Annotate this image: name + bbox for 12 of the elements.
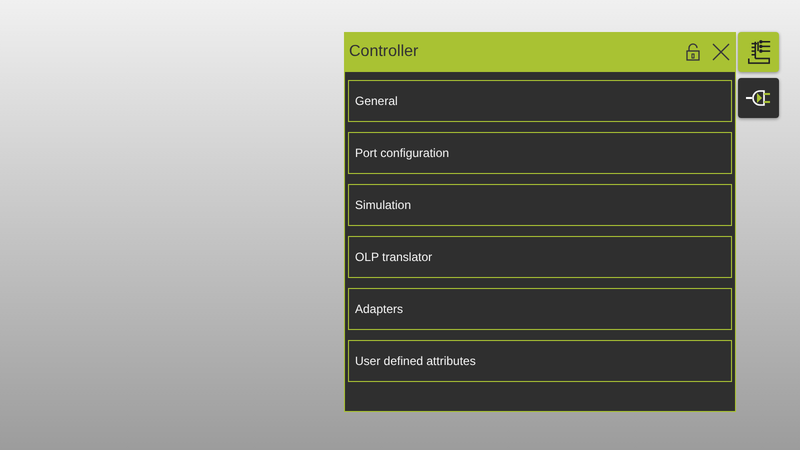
side-tab[interactable] (738, 78, 779, 118)
panel-title: Controller (349, 43, 420, 61)
section-button[interactable]: OLP translator (348, 236, 732, 278)
section-button[interactable]: Simulation (348, 184, 732, 226)
section-button[interactable]: User defined attributes (348, 340, 732, 382)
unlocked-padlock-icon[interactable] (686, 43, 700, 61)
close-icon[interactable] (712, 43, 730, 61)
side-tab[interactable] (738, 32, 779, 72)
section-button[interactable]: Port configuration (348, 132, 732, 174)
controller-icon (746, 38, 772, 66)
section-button[interactable]: General (348, 80, 732, 122)
section-button[interactable]: Adapters (348, 288, 732, 330)
